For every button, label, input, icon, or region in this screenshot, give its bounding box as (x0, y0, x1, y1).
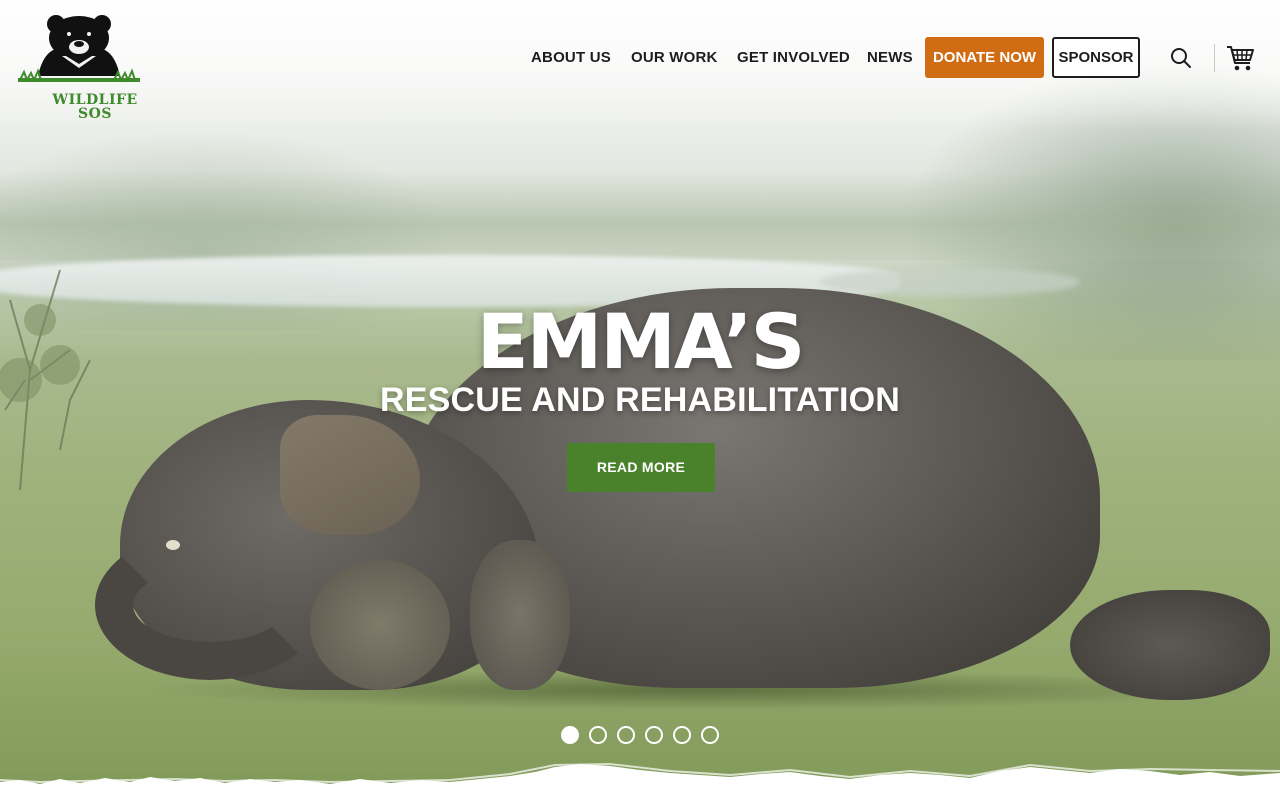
nav-divider (1214, 44, 1215, 72)
sponsor-button[interactable]: SPONSOR (1052, 37, 1140, 78)
elephant-trunk (95, 530, 325, 680)
hero-subtitle: RESCUE AND REHABILITATION (379, 381, 901, 419)
slide-dot-3[interactable] (617, 726, 635, 744)
cart-icon[interactable] (1226, 44, 1254, 72)
nav-news[interactable]: NEWS (867, 37, 913, 78)
donate-now-button[interactable]: DONATE NOW (925, 37, 1044, 78)
elephant-foot (310, 560, 450, 690)
site-header: WILDLIFE SOS ABOUT US OUR WORK GET INVOL… (0, 0, 1280, 121)
elephant-back-leg (1070, 590, 1270, 700)
elephant-leg (470, 540, 570, 690)
read-more-button[interactable]: READ MORE (567, 443, 715, 492)
nav-about-us[interactable]: ABOUT US (531, 37, 611, 78)
slide-dot-5[interactable] (673, 726, 691, 744)
slide-dot-2[interactable] (589, 726, 607, 744)
torn-paper-edge (0, 762, 1280, 800)
elephant-eye (166, 540, 180, 550)
hero-title: EMMA’S (476, 297, 806, 386)
nav-our-work[interactable]: OUR WORK (631, 37, 718, 78)
search-icon[interactable] (1170, 47, 1192, 69)
main-nav: ABOUT US OUR WORK GET INVOLVED NEWS DONA… (0, 37, 1280, 78)
logo-text: WILDLIFE SOS (52, 92, 138, 122)
slide-dot-1[interactable] (561, 726, 579, 744)
nav-get-involved[interactable]: GET INVOLVED (737, 37, 850, 78)
slide-dot-6[interactable] (701, 726, 719, 744)
slide-dot-4[interactable] (645, 726, 663, 744)
